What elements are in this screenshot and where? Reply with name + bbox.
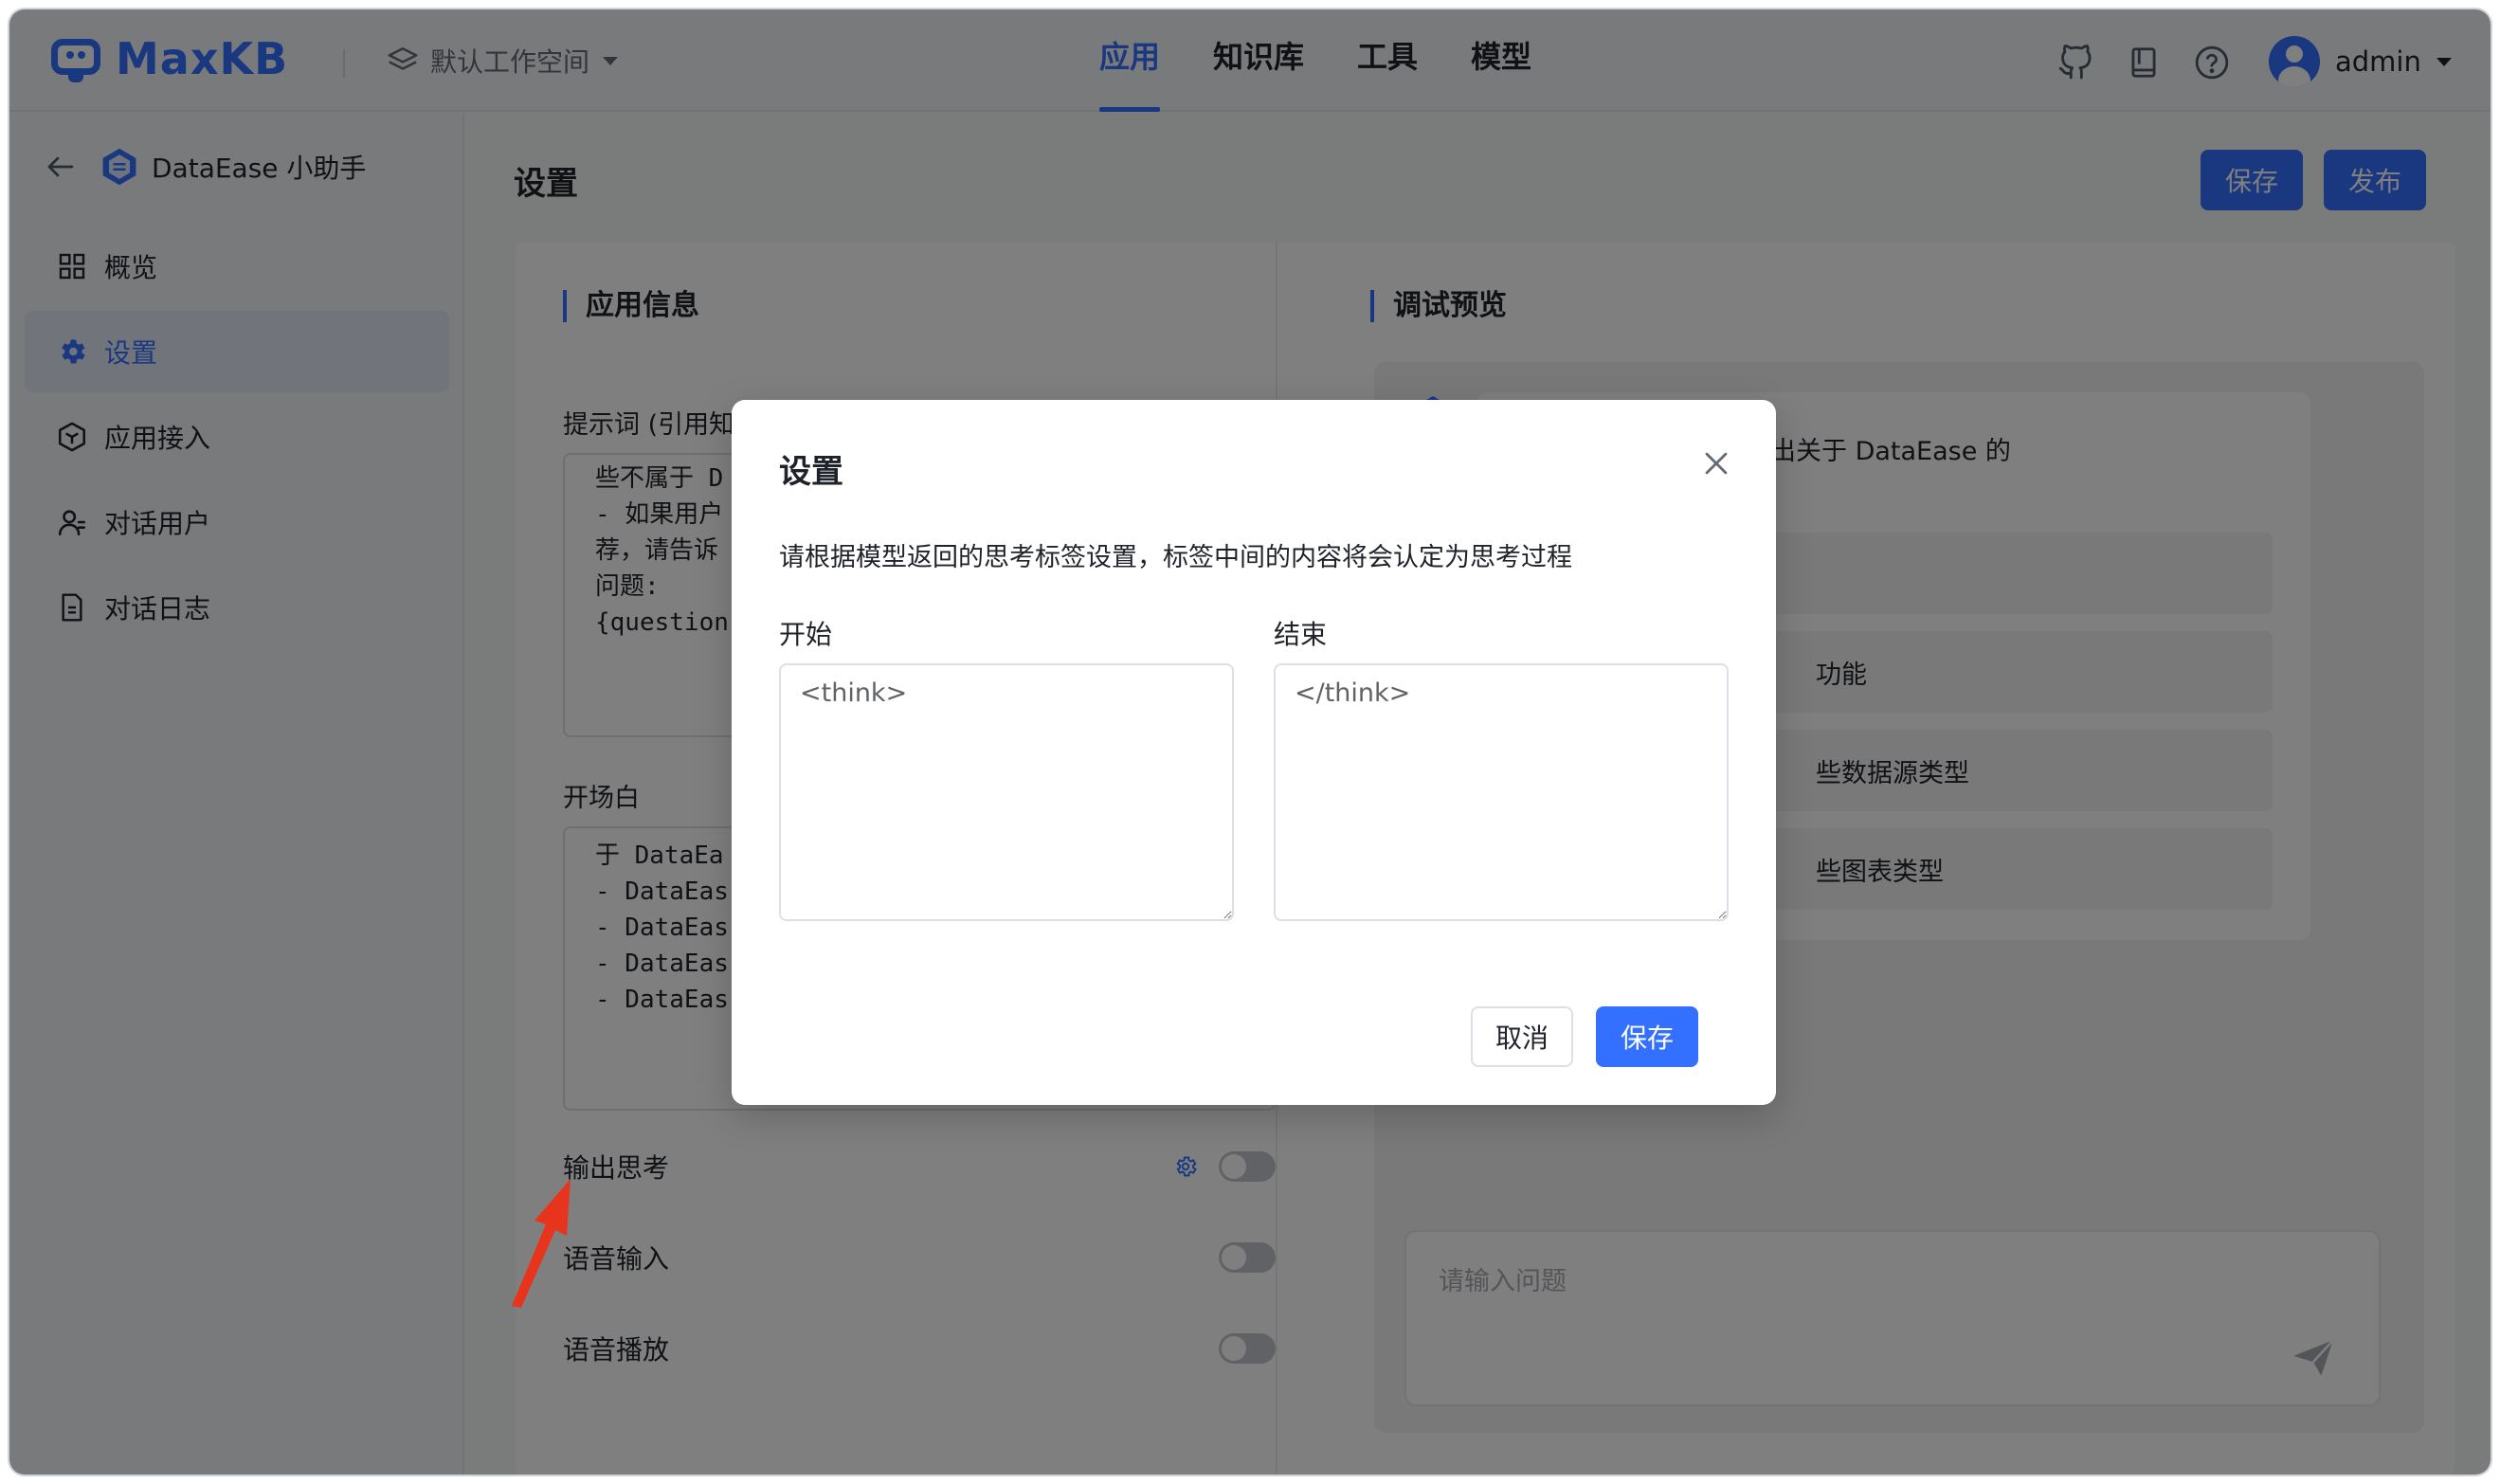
cancel-button[interactable]: 取消: [1471, 1006, 1573, 1067]
annotation-arrow-icon: [512, 1179, 571, 1308]
close-icon[interactable]: [1700, 447, 1732, 480]
start-tag-input[interactable]: <think>: [779, 663, 1234, 921]
dialog-title: 设置: [779, 453, 843, 491]
end-label: 结束: [1274, 619, 1328, 650]
end-tag-input[interactable]: </think>: [1274, 663, 1729, 921]
dialog-description: 请根据模型返回的思考标签设置，标签中间的内容将会认定为思考过程: [779, 543, 1572, 572]
thinking-settings-dialog: 设置 请根据模型返回的思考标签设置，标签中间的内容将会认定为思考过程 开始 <t…: [732, 400, 1776, 1105]
app-window: MaxKB 默认工作空间 应用 知识库 工具 模型 adm: [9, 9, 2491, 1475]
start-label: 开始: [779, 619, 833, 650]
dialog-save-button[interactable]: 保存: [1596, 1006, 1698, 1067]
